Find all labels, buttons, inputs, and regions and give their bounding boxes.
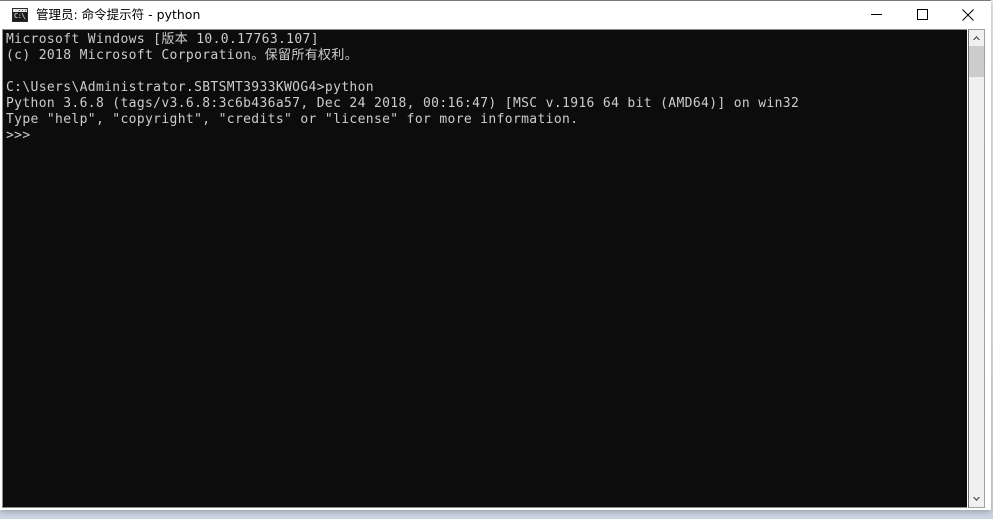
window-controls [853, 1, 991, 28]
minimize-button[interactable] [853, 1, 899, 28]
titlebar-left-group: C:\_ 管理员: 命令提示符 - python [0, 1, 853, 28]
scroll-up-button[interactable] [969, 30, 984, 46]
window-title: 管理员: 命令提示符 - python [36, 7, 201, 22]
scrollbar-track[interactable] [969, 46, 984, 491]
scroll-down-icon [973, 497, 980, 501]
close-button[interactable] [945, 1, 991, 28]
scroll-down-button[interactable] [969, 491, 984, 507]
maximize-button[interactable] [899, 1, 945, 28]
cmd-prompt-icon[interactable]: C:\_ [12, 7, 28, 22]
scrollbar-thumb[interactable] [969, 46, 984, 77]
scroll-up-icon [973, 36, 980, 40]
close-icon [962, 8, 974, 21]
command-prompt-window: C:\_ 管理员: 命令提示符 - python [0, 0, 991, 510]
maximize-icon [916, 9, 928, 20]
console-output-screen[interactable]: Microsoft Windows [版本 10.0.17763.107] (c… [2, 29, 967, 508]
console-client-area: Microsoft Windows [版本 10.0.17763.107] (c… [0, 28, 991, 510]
console-vertical-scrollbar[interactable] [968, 29, 985, 508]
window-titlebar[interactable]: C:\_ 管理员: 命令提示符 - python [0, 1, 991, 28]
console-text-buffer: Microsoft Windows [版本 10.0.17763.107] (c… [6, 32, 800, 143]
minimize-icon [870, 14, 882, 15]
cmd-icon-glyph: C:\_ [14, 11, 26, 20]
